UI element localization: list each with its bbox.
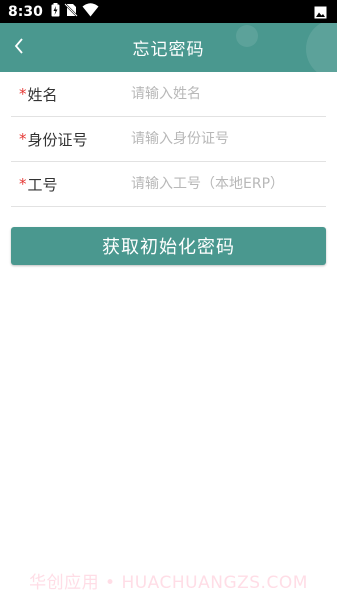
get-initial-password-button[interactable]: 获取初始化密码 bbox=[11, 227, 326, 265]
name-label: * 姓名 bbox=[11, 84, 131, 105]
status-bar: 8:30 bbox=[0, 0, 337, 23]
watermark: 华创应用 • HUACHUANGZS.COM bbox=[29, 573, 308, 593]
id-number-label: * 身份证号 bbox=[11, 129, 131, 150]
page-title: 忘记密码 bbox=[132, 40, 205, 60]
wifi-icon bbox=[82, 2, 99, 21]
no-sim-icon bbox=[64, 2, 78, 21]
forgot-password-form: * 姓名 * 身份证号 * 工号 bbox=[11, 72, 326, 207]
required-mark: * bbox=[19, 130, 27, 148]
employee-id-input[interactable] bbox=[131, 176, 326, 192]
name-input[interactable] bbox=[131, 86, 326, 102]
id-number-input[interactable] bbox=[131, 131, 326, 147]
id-number-row: * 身份证号 bbox=[11, 117, 326, 162]
image-notification-icon bbox=[314, 4, 327, 23]
employee-id-row: * 工号 bbox=[11, 162, 326, 207]
employee-id-label-text: 工号 bbox=[27, 175, 58, 194]
employee-id-label: * 工号 bbox=[11, 174, 131, 195]
id-number-label-text: 身份证号 bbox=[27, 130, 88, 149]
name-label-text: 姓名 bbox=[27, 85, 58, 104]
status-icons bbox=[51, 2, 99, 21]
required-mark: * bbox=[19, 175, 27, 193]
required-mark: * bbox=[19, 85, 27, 103]
status-time: 8:30 bbox=[8, 3, 43, 20]
name-row: * 姓名 bbox=[11, 72, 326, 117]
battery-charging-icon bbox=[51, 2, 60, 21]
header-bar: 忘记密码 bbox=[0, 23, 337, 72]
